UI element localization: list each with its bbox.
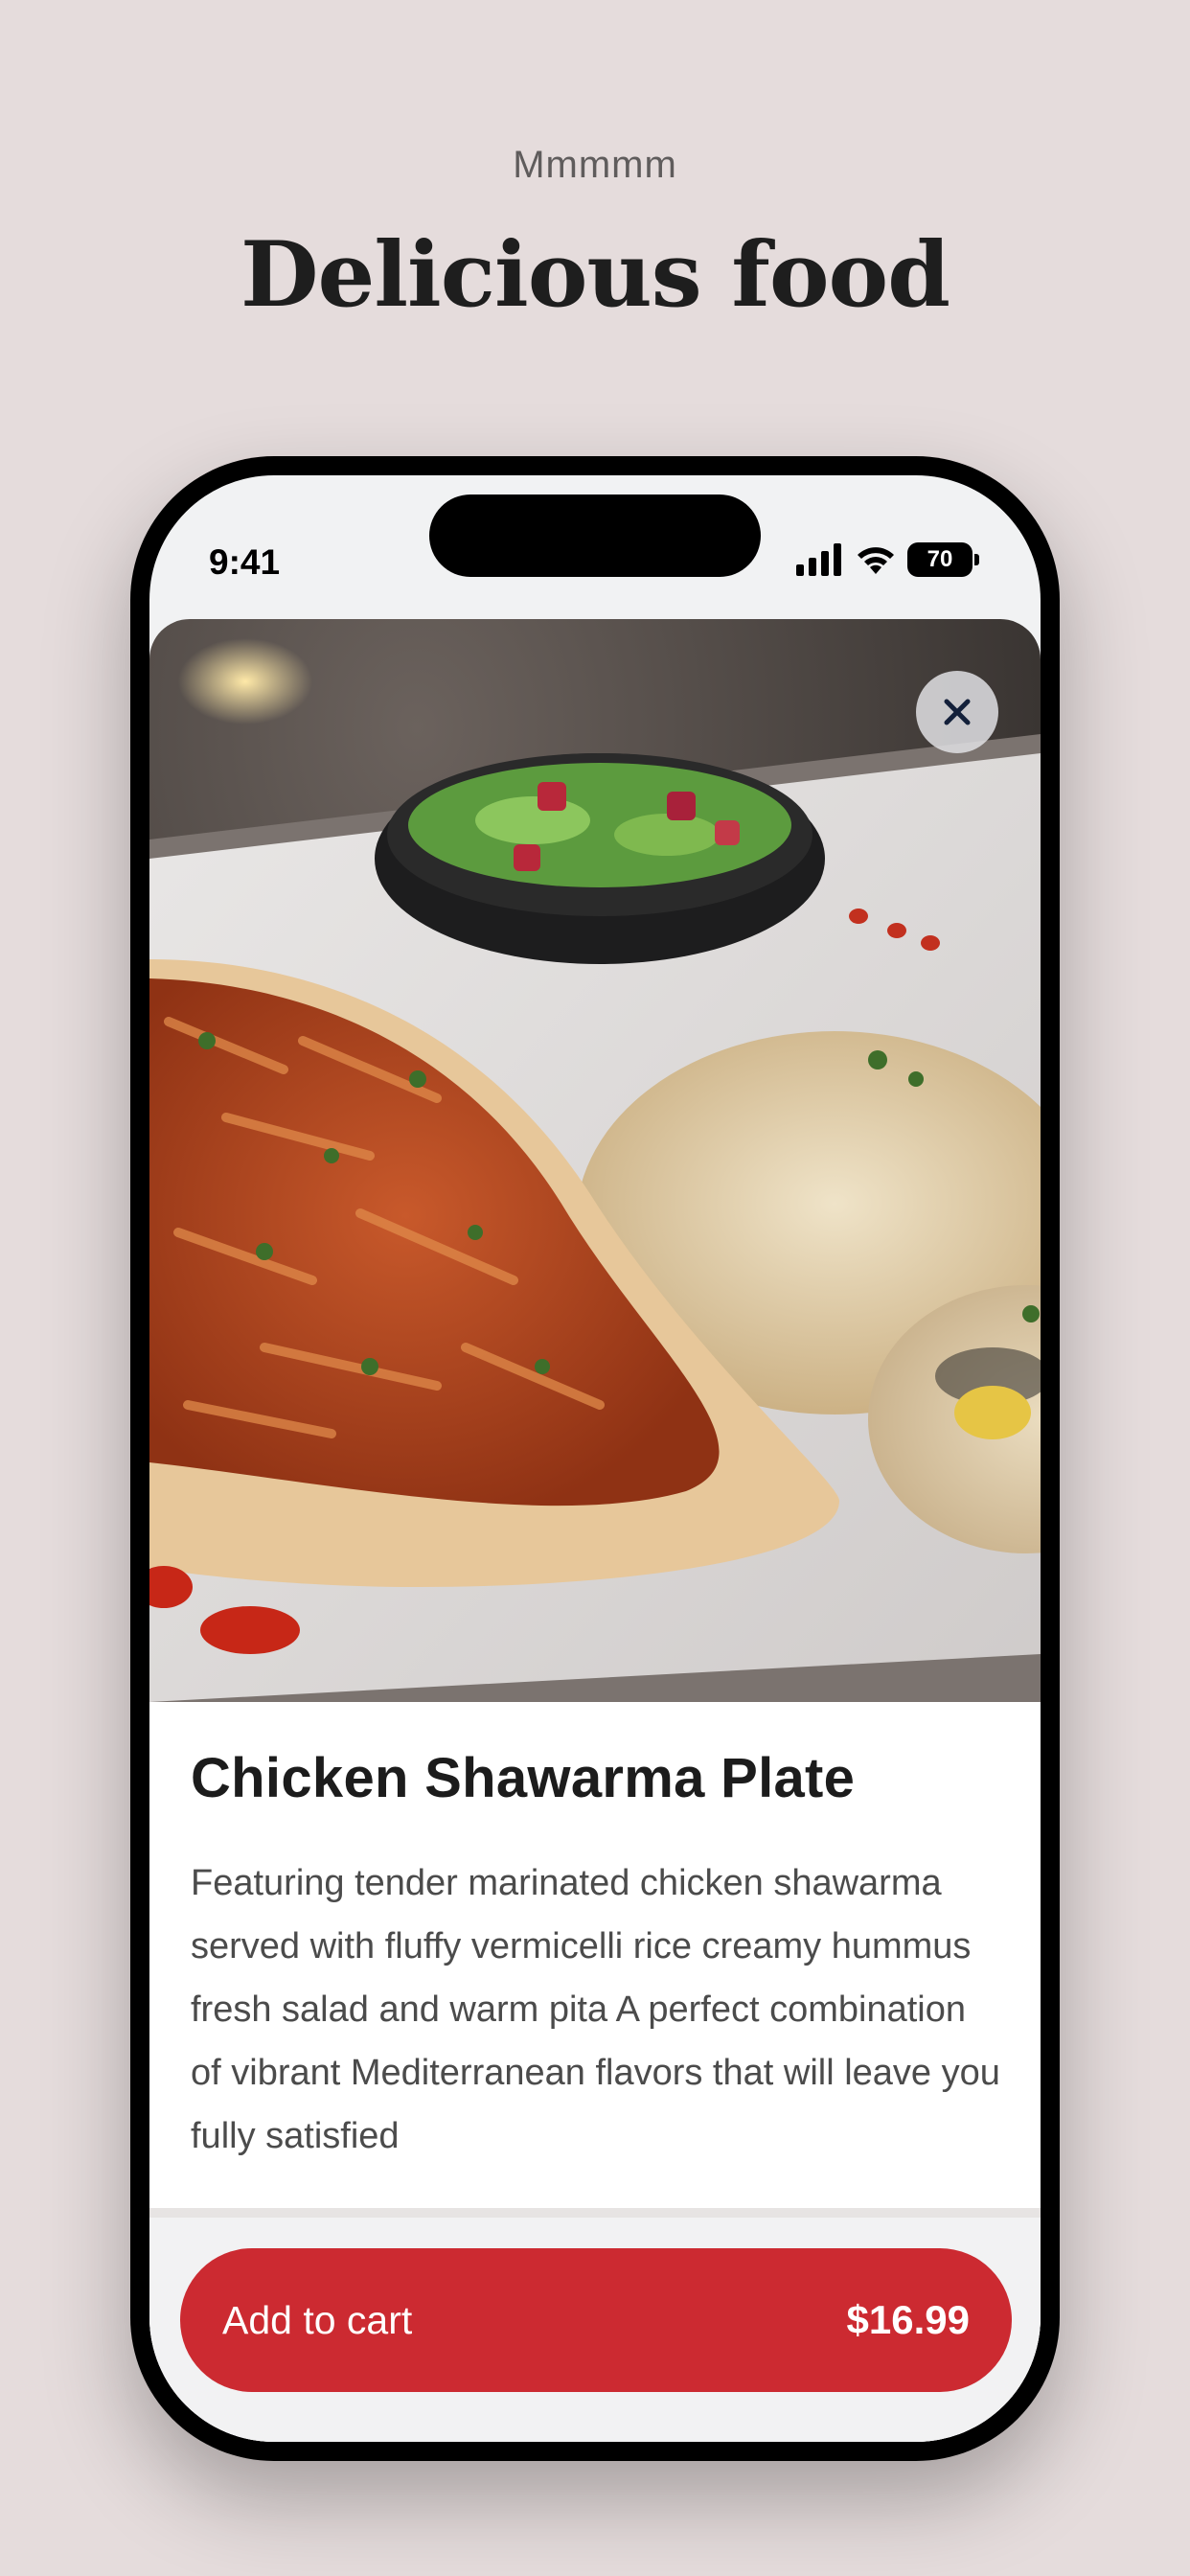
cellular-signal-icon [796,543,841,576]
status-icons: 70 [796,539,979,581]
add-to-cart-label: Add to cart [222,2297,413,2342]
wifi-icon [858,547,894,574]
product-title: Chicken Shawarma Plate [191,1747,856,1809]
close-button[interactable] [916,671,998,753]
food-photo [149,619,1041,1702]
phone-screen: 9:41 70 Chicken Shawarma Plate Featuring… [149,475,1041,2442]
product-description: Featuring tender marinated chicken shawa… [191,1863,1000,2156]
battery-cap [974,554,979,565]
battery-icon: 70 [907,542,973,577]
add-to-cart-button[interactable]: Add to cart $16.99 [180,2248,1012,2392]
status-time: 9:41 [209,542,281,582]
page-headline: Delicious food [240,222,950,328]
battery-level: 70 [927,546,953,572]
close-icon [944,699,971,725]
status-bar: 9:41 70 [149,475,1041,610]
phone-frame: 9:41 70 Chicken Shawarma Plate Featuring… [130,456,1060,2461]
dynamic-island [429,494,761,577]
product-price: $16.99 [846,2297,970,2342]
product-sheet: Chicken Shawarma Plate Featuring tender … [149,619,1041,2442]
eyebrow-text: Mmmmm [513,144,677,186]
divider [149,2208,1041,2218]
